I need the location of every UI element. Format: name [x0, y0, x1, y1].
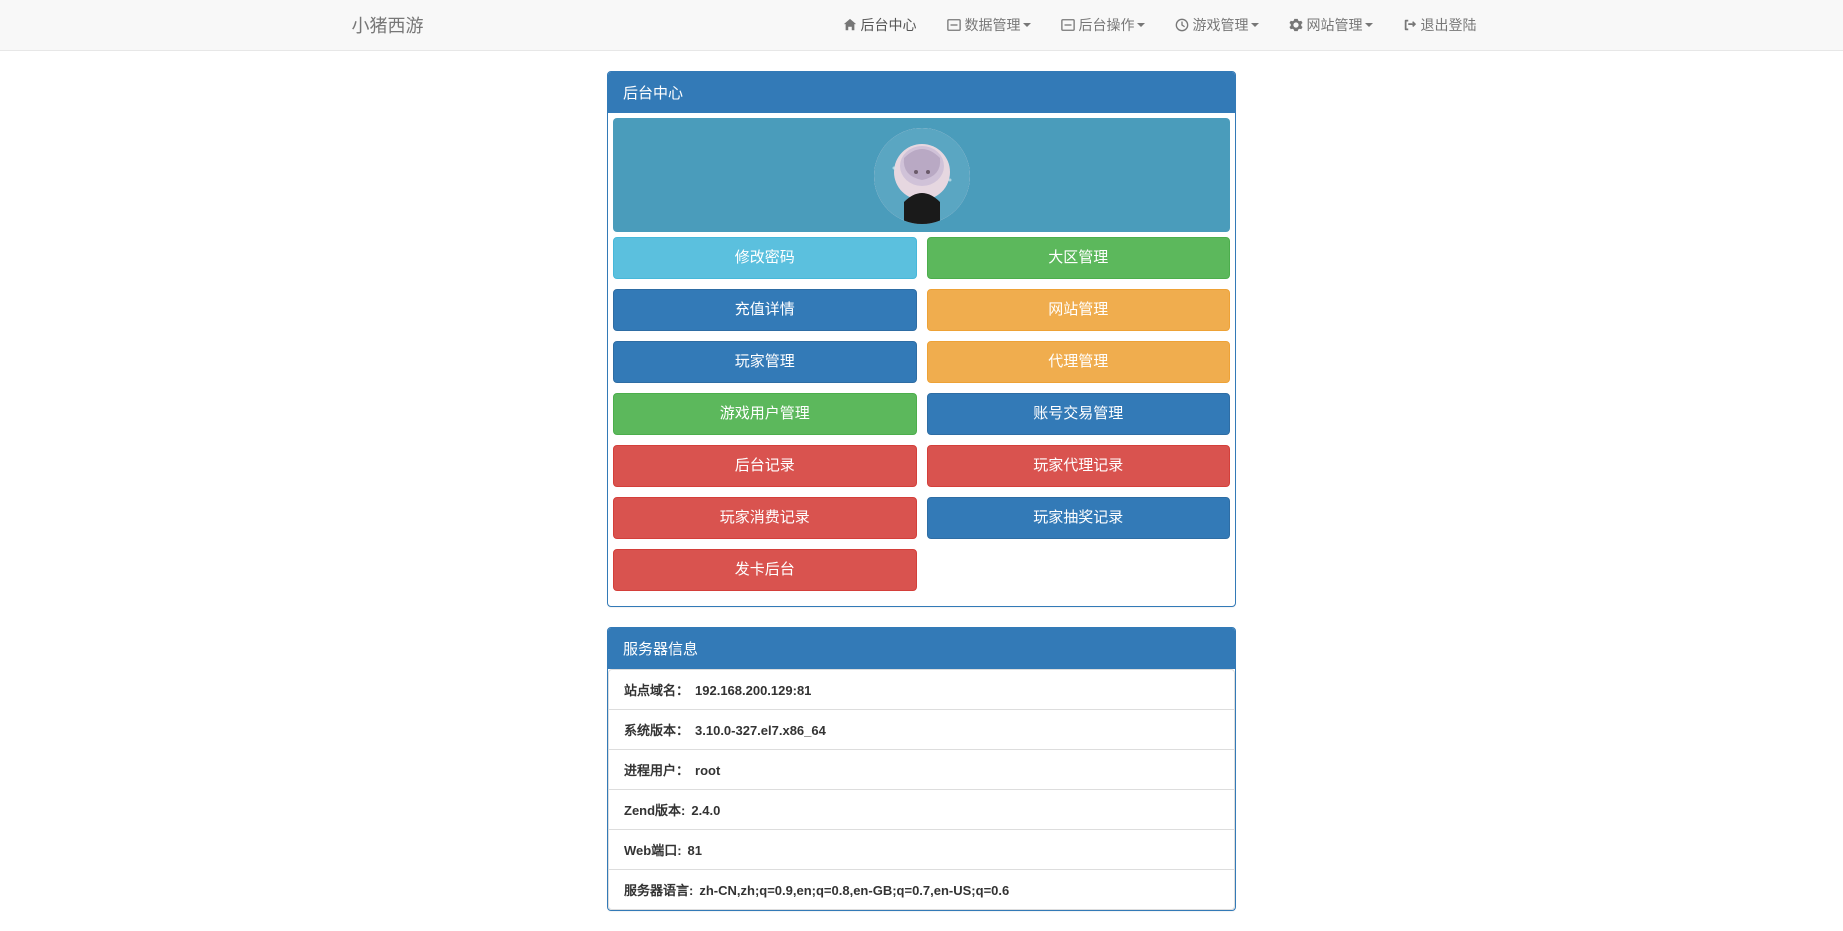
panel-dashboard: 后台中心 [607, 71, 1236, 607]
action-button-9[interactable]: 玩家代理记录 [927, 445, 1231, 487]
panel-dashboard-title: 后台中心 [608, 72, 1235, 113]
action-button-1[interactable]: 大区管理 [927, 237, 1231, 279]
action-button-5[interactable]: 代理管理 [927, 341, 1231, 383]
action-button-12[interactable]: 发卡后台 [613, 549, 917, 591]
server-info-row: 服务器语言: zh-CN,zh;q=0.9,en;q=0.8,en-GB;q=0.… [608, 870, 1235, 910]
server-info-value: 192.168.200.129:81 [695, 683, 811, 698]
minus-square-icon [1061, 18, 1075, 32]
chevron-down-icon [1365, 23, 1373, 27]
home-icon [843, 18, 857, 32]
server-info-row: 进程用户： root [608, 750, 1235, 790]
signout-icon [1403, 18, 1417, 32]
server-info-row: 站点域名： 192.168.200.129:81 [608, 669, 1235, 710]
action-button-0[interactable]: 修改密码 [613, 237, 917, 279]
server-info-value: zh-CN,zh;q=0.9,en;q=0.8,en-GB;q=0.7,en-U… [699, 883, 1009, 898]
avatar-banner [613, 118, 1230, 232]
button-grid: 修改密码大区管理充值详情网站管理玩家管理代理管理游戏用户管理账号交易管理后台记录… [608, 237, 1235, 601]
nav-signout-5[interactable]: 退出登陆 [1388, 0, 1492, 50]
action-button-2[interactable]: 充值详情 [613, 289, 917, 331]
server-info-value: 3.10.0-327.el7.x86_64 [695, 723, 826, 738]
action-button-6[interactable]: 游戏用户管理 [613, 393, 917, 435]
action-button-11[interactable]: 玩家抽奖记录 [927, 497, 1231, 539]
server-info-label: 服务器语言: [624, 883, 693, 898]
nav-label: 游戏管理 [1193, 15, 1249, 35]
chevron-down-icon [1251, 23, 1259, 27]
nav-menu: 后台中心 数据管理 后台操作 游戏管理 网站管理 退出登陆 [828, 0, 1492, 50]
minus-square-icon [947, 18, 961, 32]
server-info-value: 81 [688, 843, 702, 858]
action-button-4[interactable]: 玩家管理 [613, 341, 917, 383]
server-info-row: 系统版本： 3.10.0-327.el7.x86_64 [608, 710, 1235, 750]
action-button-10[interactable]: 玩家消费记录 [613, 497, 917, 539]
action-button-8[interactable]: 后台记录 [613, 445, 917, 487]
avatar [874, 128, 970, 224]
server-info-label: 进程用户： [624, 763, 689, 778]
gear-icon [1289, 18, 1303, 32]
panel-server-info: 服务器信息 站点域名： 192.168.200.129:81 系统版本： 3.10.0… [607, 627, 1236, 911]
nav-label: 后台操作 [1079, 15, 1135, 35]
server-info-label: 站点域名： [624, 683, 689, 698]
nav-minus-square-2[interactable]: 后台操作 [1046, 0, 1160, 50]
nav-label: 退出登陆 [1421, 15, 1477, 35]
chevron-down-icon [1137, 23, 1145, 27]
nav-gear-4[interactable]: 网站管理 [1274, 0, 1388, 50]
chevron-down-icon [1023, 23, 1031, 27]
panel-server-title: 服务器信息 [608, 628, 1235, 669]
nav-clock-3[interactable]: 游戏管理 [1160, 0, 1274, 50]
nav-home-0[interactable]: 后台中心 [828, 0, 932, 50]
clock-icon [1175, 18, 1189, 32]
server-info-label: Web端口: [624, 843, 682, 858]
nav-label: 数据管理 [965, 15, 1021, 35]
nav-label: 后台中心 [861, 15, 917, 35]
brand[interactable]: 小猪西游 [352, 0, 439, 53]
server-info-value: 2.4.0 [691, 803, 720, 818]
server-info-list: 站点域名： 192.168.200.129:81 系统版本： 3.10.0-327.e… [608, 669, 1235, 910]
action-button-7[interactable]: 账号交易管理 [927, 393, 1231, 435]
server-info-row: Zend版本: 2.4.0 [608, 790, 1235, 830]
nav-label: 网站管理 [1307, 15, 1363, 35]
nav-minus-square-1[interactable]: 数据管理 [932, 0, 1046, 50]
server-info-row: Web端口: 81 [608, 830, 1235, 870]
server-info-label: 系统版本： [624, 723, 689, 738]
server-info-value: root [695, 763, 720, 778]
navbar: 小猪西游 后台中心 数据管理 后台操作 游戏管理 网站管理 退出登陆 [0, 0, 1843, 51]
server-info-label: Zend版本: [624, 803, 685, 818]
action-button-3[interactable]: 网站管理 [927, 289, 1231, 331]
